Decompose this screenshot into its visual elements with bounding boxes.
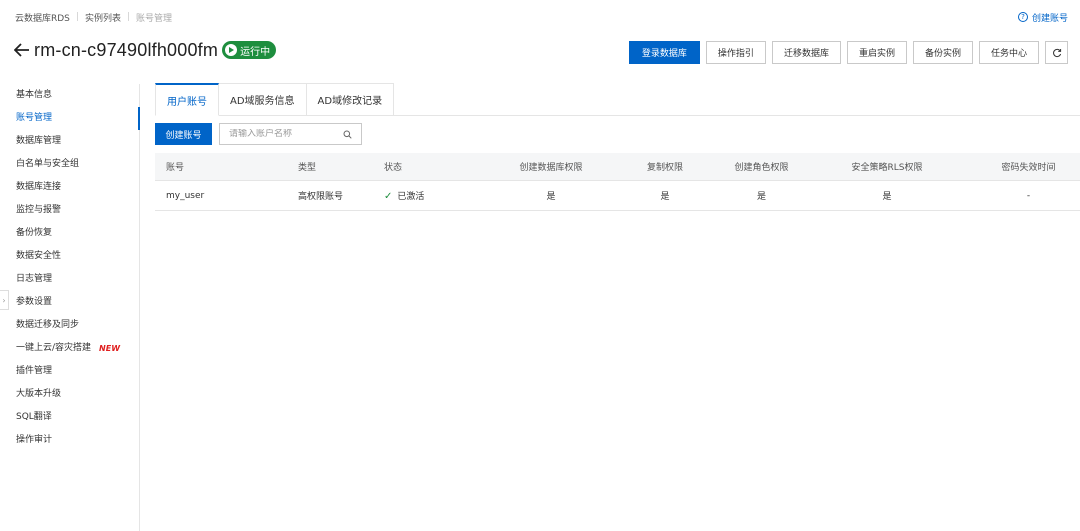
instance-title-row: rm-cn-c97490lfh000fm 运行中 xyxy=(14,38,277,62)
refresh-button[interactable] xyxy=(1045,41,1068,64)
sidebar-item-label: 账号管理 xyxy=(16,113,53,123)
login-database-button[interactable]: 登录数据库 xyxy=(628,41,700,64)
search-icon[interactable] xyxy=(340,127,354,141)
tab-user-accounts[interactable]: 用户账号 xyxy=(155,83,219,116)
check-icon: ✓ xyxy=(384,191,393,202)
sidebar-item-plugins[interactable]: 插件管理 xyxy=(0,360,139,383)
tab-ad-change-log[interactable]: AD域修改记录 xyxy=(306,83,395,116)
instance-id: rm-cn-c97490lfh000fm xyxy=(34,39,219,60)
sidebar-collapse-handle[interactable]: › xyxy=(0,290,9,310)
create-account-button[interactable]: 创建账号 xyxy=(155,123,212,145)
column-header: 安全策略RLS权限 xyxy=(851,163,923,173)
breadcrumb-separator: | xyxy=(126,12,131,22)
sidebar-item-label: 基本信息 xyxy=(16,90,53,100)
sidebar-item-parameters[interactable]: 参数设置 xyxy=(0,291,139,314)
sidebar-item-label: 大版本升级 xyxy=(16,389,62,399)
sidebar-item-label: 数据库管理 xyxy=(16,136,62,146)
instance-actions: 登录数据库 操作指引 迁移数据库 重启实例 备份实例 任务中心 xyxy=(628,41,1068,64)
tab-ad-service-info[interactable]: AD域服务信息 xyxy=(219,83,307,116)
create-role-permission-cell: 是 xyxy=(756,192,766,202)
sidebar-item-migration-sync[interactable]: 数据迁移及同步 xyxy=(0,314,139,337)
backup-instance-button[interactable]: 备份实例 xyxy=(912,41,973,64)
sidebar-item-basic-info[interactable]: 基本信息 xyxy=(0,84,139,107)
breadcrumb: 云数据库RDS | 实例列表 | 账号管理 xyxy=(15,10,172,24)
column-header: 状态 xyxy=(384,163,403,173)
replication-permission-cell: 是 xyxy=(660,192,670,202)
sidebar-item-label: 日志管理 xyxy=(16,274,53,284)
search-input[interactable] xyxy=(220,129,340,139)
migrate-database-button[interactable]: 迁移数据库 xyxy=(771,41,841,64)
table-row: my_user 高权限账号 ✓ 已激活 是 是 是 是 - xyxy=(155,181,1080,211)
sidebar-item-sql-translate[interactable]: SQL翻译 xyxy=(0,406,139,429)
sidebar-item-label: 插件管理 xyxy=(16,366,53,376)
sidebar-item-label: SQL翻译 xyxy=(16,412,52,422)
play-icon xyxy=(225,44,238,56)
accounts-table: 账号 类型 状态 创建数据库权限 复制权限 创建角色权限 安全策略RLS权限 密… xyxy=(155,153,1080,211)
sidebar-item-backup[interactable]: 备份恢复 xyxy=(0,222,139,245)
breadcrumb-account-management: 账号管理 xyxy=(136,13,173,24)
sidebar-item-version-upgrade[interactable]: 大版本升级 xyxy=(0,383,139,406)
sidebar-item-account-management[interactable]: 账号管理 xyxy=(0,107,140,130)
sidebar-item-label: 操作审计 xyxy=(16,435,53,445)
column-header: 复制权限 xyxy=(646,163,683,173)
back-arrow-icon[interactable] xyxy=(14,42,30,58)
help-link-label: 创建账号 xyxy=(1031,13,1068,24)
sidebar-item-connection[interactable]: 数据库连接 xyxy=(0,176,139,199)
sidebar-item-database-management[interactable]: 数据库管理 xyxy=(0,130,139,153)
sidebar-item-logs[interactable]: 日志管理 xyxy=(0,268,139,291)
tab-divider xyxy=(394,115,1080,116)
table-header: 账号 类型 状态 创建数据库权限 复制权限 创建角色权限 安全策略RLS权限 密… xyxy=(155,153,1080,181)
sidebar-item-label: 参数设置 xyxy=(16,297,53,307)
create-account-help-link[interactable]: ? 创建账号 xyxy=(1017,10,1068,24)
column-header: 类型 xyxy=(298,163,317,173)
sidebar-item-label: 数据迁移及同步 xyxy=(16,320,80,330)
sidebar-item-monitoring[interactable]: 监控与报警 xyxy=(0,199,139,222)
create-db-permission-cell: 是 xyxy=(546,192,556,202)
column-header: 创建角色权限 xyxy=(734,163,789,173)
account-type-cell: 高权限账号 xyxy=(298,192,344,202)
status-badge: 运行中 xyxy=(222,41,277,59)
sidebar-item-label: 监控与报警 xyxy=(16,205,62,215)
rls-permission-cell: 是 xyxy=(882,192,892,202)
chevron-right-icon: › xyxy=(2,295,6,305)
sidebar-item-cloud-migration[interactable]: 一键上云/容灾搭建 NEW xyxy=(0,337,139,360)
task-center-button[interactable]: 任务中心 xyxy=(978,41,1039,64)
sidebar: 基本信息 账号管理 数据库管理 白名单与安全组 数据库连接 监控与报警 备份恢复… xyxy=(0,84,140,531)
sidebar-item-label: 数据安全性 xyxy=(16,251,62,261)
breadcrumb-instance-list[interactable]: 实例列表 xyxy=(85,11,121,24)
account-name-cell: my_user xyxy=(166,190,205,201)
sidebar-item-audit[interactable]: 操作审计 xyxy=(0,429,139,452)
restart-instance-button[interactable]: 重启实例 xyxy=(846,41,907,64)
sidebar-item-label: 一键上云/容灾搭建 xyxy=(16,343,92,353)
sidebar-item-label: 数据库连接 xyxy=(16,182,62,192)
sidebar-item-label: 白名单与安全组 xyxy=(16,159,80,169)
new-badge: NEW xyxy=(99,344,121,353)
column-header: 密码失效时间 xyxy=(1001,163,1056,173)
account-status-cell: ✓ 已激活 xyxy=(384,189,498,202)
question-icon: ? xyxy=(1017,12,1028,22)
breadcrumb-separator: | xyxy=(75,12,79,22)
sidebar-item-label: 备份恢复 xyxy=(16,228,53,238)
refresh-icon xyxy=(1052,48,1061,57)
sidebar-item-data-security[interactable]: 数据安全性 xyxy=(0,245,139,268)
breadcrumb-rds[interactable]: 云数据库RDS xyxy=(15,11,70,24)
column-header: 创建数据库权限 xyxy=(519,163,583,173)
tab-bar: 用户账号 AD域服务信息 AD域修改记录 xyxy=(155,83,395,116)
column-header: 账号 xyxy=(166,163,185,173)
account-search xyxy=(219,123,362,145)
password-expiry-cell: - xyxy=(1026,190,1031,201)
status-text: 已激活 xyxy=(397,192,425,202)
guide-button[interactable]: 操作指引 xyxy=(705,41,766,64)
status-label: 运行中 xyxy=(240,46,271,58)
sidebar-item-whitelist[interactable]: 白名单与安全组 xyxy=(0,153,139,176)
